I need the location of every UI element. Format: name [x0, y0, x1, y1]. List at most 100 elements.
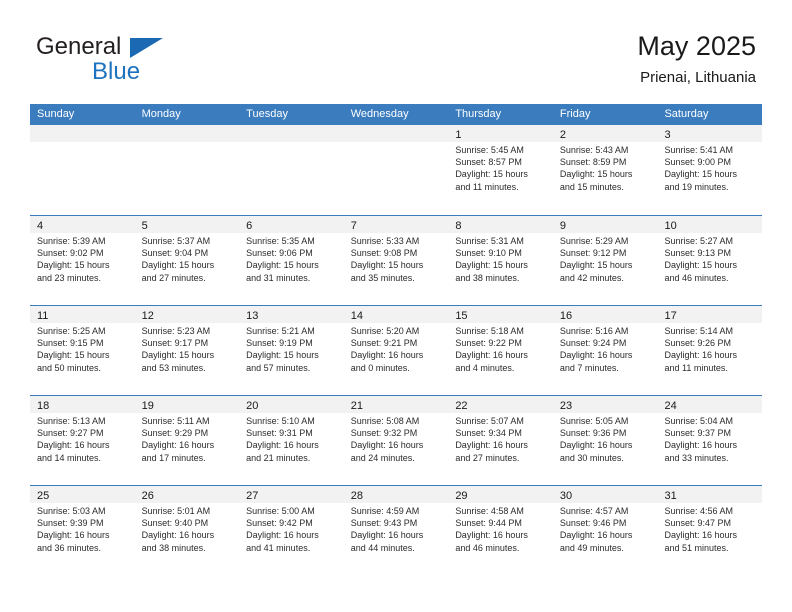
day-number-band: 2 [552, 125, 658, 142]
day-sun-info: Sunrise: 5:21 AM Sunset: 9:19 PM Daylight:… [239, 323, 344, 374]
day-number-band: 26 [134, 486, 240, 503]
daylight-text-line1: Daylight: 15 hours [664, 169, 738, 180]
day-cell[interactable]: 28 Sunrise: 4:59 AM Sunset: 9:43 PM Dayligh… [343, 486, 449, 575]
day-cell[interactable]: 25 Sunrise: 5:03 AM Sunset: 9:39 PM Dayligh… [30, 486, 135, 575]
day-number: 21 [350, 400, 363, 412]
daylight-text-line2: and 7 minutes. [559, 362, 619, 373]
daylight-text-line1: Daylight: 16 hours [350, 530, 424, 541]
day-cell[interactable]: 12 Sunrise: 5:23 AM Sunset: 9:17 PM Dayligh… [134, 306, 240, 395]
calendar-grid: Sunday Monday Tuesday Wednesday Thursday Frid… [30, 104, 763, 575]
day-number: 30 [559, 490, 573, 502]
day-cell-empty [30, 125, 135, 215]
logo-triangle-icon [130, 38, 163, 58]
day-sun-info: Sunrise: 5:23 AM Sunset: 9:17 PM Daylight:… [135, 323, 240, 374]
day-cell[interactable]: 18 Sunrise: 5:13 AM Sunset: 9:27 PM Dayligh… [30, 396, 135, 485]
weekday-header-wednesday: Wednesday [350, 108, 409, 120]
day-cell[interactable]: 2 Sunrise: 5:43 AM Sunset: 8:59 PM Daylight… [552, 125, 658, 215]
page-title: May 2025 [637, 31, 756, 61]
sunset-text: Sunset: 9:42 PM [246, 518, 313, 529]
day-sun-info: Sunrise: 5:00 AM Sunset: 9:42 PM Daylight:… [239, 503, 344, 554]
day-cell[interactable]: 10 Sunrise: 5:27 AM Sunset: 9:13 PM Dayligh… [657, 216, 763, 305]
calendar-week-row: 1 Sunrise: 5:45 AM Sunset: 8:57 PM Daylight… [30, 125, 763, 215]
sunrise-text: Sunrise: 5:16 AM [559, 326, 629, 336]
day-sun-info: Sunrise: 5:31 AM Sunset: 9:10 PM Daylight:… [448, 233, 553, 284]
day-number: 23 [559, 400, 573, 412]
sunrise-text: Sunrise: 5:18 AM [455, 326, 524, 336]
day-cell[interactable]: 27 Sunrise: 5:00 AM Sunset: 9:42 PM Dayligh… [239, 486, 344, 575]
day-cell[interactable]: 1 Sunrise: 5:45 AM Sunset: 8:57 PM Daylight… [448, 125, 553, 215]
sunset-text: Sunset: 9:32 PM [350, 428, 418, 439]
day-cell[interactable]: 29 Sunrise: 4:58 AM Sunset: 9:44 PM Dayligh… [448, 486, 553, 575]
daylight-text-line1: Daylight: 15 hours [559, 260, 633, 271]
day-cell[interactable]: 14 Sunrise: 5:20 AM Sunset: 9:21 PM Dayligh… [343, 306, 449, 395]
day-cell[interactable]: 23 Sunrise: 5:05 AM Sunset: 9:36 PM Dayligh… [552, 396, 658, 485]
daylight-text-line1: Daylight: 16 hours [559, 440, 633, 451]
day-cell[interactable]: 7 Sunrise: 5:33 AM Sunset: 9:08 PM Daylight… [343, 216, 449, 305]
daylight-text-line2: and 11 minutes. [664, 362, 728, 373]
day-cell-empty [134, 125, 240, 215]
day-cell[interactable]: 13 Sunrise: 5:21 AM Sunset: 9:19 PM Dayligh… [239, 306, 344, 395]
day-cell-empty [343, 125, 449, 215]
daylight-text-line2: and 0 minutes. [350, 362, 410, 373]
day-number-band: 28 [343, 486, 449, 503]
day-cell[interactable]: 26 Sunrise: 5:01 AM Sunset: 9:40 PM Dayligh… [134, 486, 240, 575]
day-cell[interactable]: 16 Sunrise: 5:16 AM Sunset: 9:24 PM Dayligh… [552, 306, 658, 395]
day-cell[interactable]: 19 Sunrise: 5:11 AM Sunset: 9:29 PM Dayligh… [134, 396, 240, 485]
day-number-band: 9 [552, 216, 658, 233]
daylight-text-line1: Daylight: 16 hours [559, 350, 633, 361]
day-cell-empty [239, 125, 344, 215]
day-cell[interactable]: 9 Sunrise: 5:29 AM Sunset: 9:12 PM Daylight… [552, 216, 658, 305]
day-number-band: 3 [657, 125, 763, 142]
day-cell[interactable]: 20 Sunrise: 5:10 AM Sunset: 9:31 PM Dayligh… [239, 396, 344, 485]
daylight-text-line2: and 38 minutes. [141, 542, 206, 553]
daylight-text-line2: and 11 minutes. [455, 181, 519, 192]
daylight-text-line1: Daylight: 16 hours [455, 440, 528, 451]
daylight-text-line2: and 42 minutes. [559, 272, 624, 283]
sunrise-text: Sunrise: 5:25 AM [37, 326, 106, 336]
day-cell[interactable]: 8 Sunrise: 5:31 AM Sunset: 9:10 PM Daylight… [448, 216, 553, 305]
day-number-band: 4 [30, 216, 135, 233]
sunrise-text: Sunrise: 5:04 AM [664, 416, 734, 426]
day-cell[interactable]: 6 Sunrise: 5:35 AM Sunset: 9:06 PM Daylight… [239, 216, 344, 305]
day-number: 12 [141, 310, 154, 322]
day-cell[interactable]: 17 Sunrise: 5:14 AM Sunset: 9:26 PM Dayligh… [657, 306, 763, 395]
day-sun-info: Sunrise: 5:10 AM Sunset: 9:31 PM Daylight:… [239, 413, 344, 464]
day-number: 8 [455, 220, 462, 232]
general-blue-logo[interactable]: General Blue [36, 33, 236, 85]
day-cell[interactable]: 24 Sunrise: 5:04 AM Sunset: 9:37 PM Dayligh… [657, 396, 763, 485]
day-number: 10 [664, 220, 677, 232]
daylight-text-line2: and 4 minutes. [455, 362, 515, 373]
day-cell[interactable]: 4 Sunrise: 5:39 AM Sunset: 9:02 PM Daylight… [30, 216, 135, 305]
day-sun-info: Sunrise: 5:41 AM Sunset: 9:00 PM Daylight:… [657, 142, 762, 193]
day-sun-info: Sunrise: 5:27 AM Sunset: 9:13 PM Daylight:… [657, 233, 762, 284]
sunrise-text: Sunrise: 5:07 AM [455, 416, 524, 426]
day-cell[interactable]: 30 Sunrise: 4:57 AM Sunset: 9:46 PM Dayligh… [552, 486, 658, 575]
sunset-text: Sunset: 9:19 PM [246, 338, 313, 349]
daylight-text-line2: and 46 minutes. [455, 542, 520, 553]
day-number-band [30, 125, 135, 142]
day-number-band: 20 [239, 396, 344, 413]
day-cell[interactable]: 11 Sunrise: 5:25 AM Sunset: 9:15 PM Dayligh… [30, 306, 135, 395]
day-cell[interactable]: 31 Sunrise: 4:56 AM Sunset: 9:47 PM Dayligh… [657, 486, 763, 575]
sunrise-text: Sunrise: 5:14 AM [664, 326, 734, 336]
day-cell[interactable]: 3 Sunrise: 5:41 AM Sunset: 9:00 PM Daylight… [657, 125, 763, 215]
sunrise-text: Sunrise: 5:23 AM [141, 326, 211, 336]
day-sun-info: Sunrise: 5:11 AM Sunset: 9:29 PM Daylight:… [135, 413, 240, 464]
day-number-band: 8 [448, 216, 553, 233]
sunrise-text: Sunrise: 5:11 AM [141, 416, 210, 426]
daylight-text-line1: Daylight: 15 hours [141, 350, 215, 361]
day-number: 28 [350, 490, 363, 502]
day-number-band: 31 [657, 486, 763, 503]
daylight-text-line1: Daylight: 16 hours [559, 530, 633, 541]
day-number: 9 [559, 220, 567, 232]
daylight-text-line2: and 38 minutes. [455, 272, 520, 283]
day-cell[interactable]: 15 Sunrise: 5:18 AM Sunset: 9:22 PM Dayligh… [448, 306, 553, 395]
weekday-header-thursday: Thursday [455, 108, 502, 120]
weekday-header-sunday: Sunday [37, 108, 75, 120]
day-cell[interactable]: 22 Sunrise: 5:07 AM Sunset: 9:34 PM Dayligh… [448, 396, 553, 485]
sunrise-text: Sunrise: 5:21 AM [246, 326, 315, 336]
sunrise-text: Sunrise: 5:10 AM [246, 416, 315, 426]
day-cell[interactable]: 5 Sunrise: 5:37 AM Sunset: 9:04 PM Daylight… [134, 216, 240, 305]
daylight-text-line2: and 57 minutes. [246, 362, 311, 373]
day-cell[interactable]: 21 Sunrise: 5:08 AM Sunset: 9:32 PM Dayligh… [343, 396, 449, 485]
